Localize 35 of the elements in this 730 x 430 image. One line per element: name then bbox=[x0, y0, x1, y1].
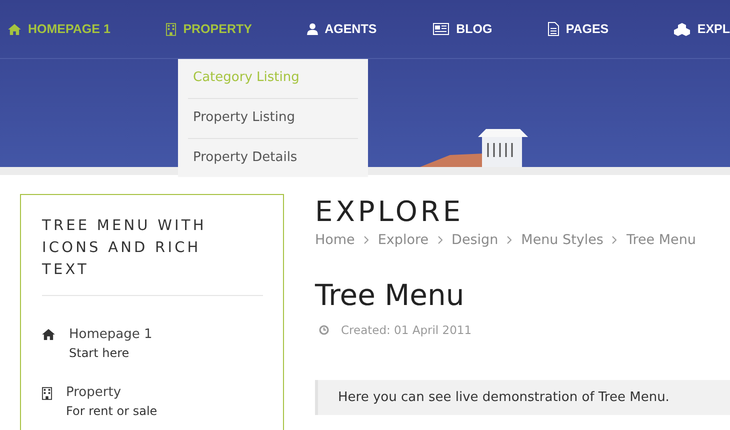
chevron-icon bbox=[507, 236, 512, 244]
nav-link[interactable]: HOMEPAGE 1 bbox=[8, 22, 166, 36]
tree-item-subtitle: Start here bbox=[69, 345, 130, 362]
chevron-icon bbox=[364, 236, 369, 244]
dropdown-item[interactable]: Property Details bbox=[188, 139, 358, 177]
chevron-icon bbox=[438, 236, 443, 244]
notice-text: Here you can see live demonstration of Tree Menu. bbox=[338, 390, 670, 405]
breadcrumb-link[interactable]: Menu Styles bbox=[521, 232, 604, 248]
building-icon bbox=[42, 387, 52, 400]
clock-icon bbox=[319, 325, 329, 335]
nav-link[interactable]: AGENTS bbox=[306, 22, 434, 36]
created-date: Created: 01 April 2011 bbox=[341, 323, 472, 337]
nav-link[interactable]: PROPERTY bbox=[166, 22, 307, 36]
chevron-icon bbox=[612, 236, 618, 244]
document-icon bbox=[548, 22, 559, 36]
newspaper-icon bbox=[433, 23, 450, 35]
breadcrumb-link[interactable]: Design bbox=[452, 232, 498, 248]
tree-item-subtitle: For rent or sale bbox=[66, 403, 158, 420]
article-title: Tree Menu bbox=[315, 278, 466, 312]
breadcrumb-link[interactable]: Explore bbox=[378, 232, 429, 248]
tree-item-link[interactable]: Homepage 1 bbox=[69, 326, 152, 344]
nav-link[interactable]: PAGES bbox=[548, 22, 674, 36]
building-icon bbox=[166, 22, 176, 36]
dropdown-item[interactable]: Property Listing bbox=[188, 99, 358, 139]
page-heading: EXPLORE bbox=[315, 194, 465, 230]
breadcrumb-link[interactable]: Home bbox=[315, 232, 355, 248]
home-icon bbox=[42, 329, 55, 340]
sidebar-title: TREE MENU WITH ICONS AND RICH TEXT bbox=[42, 217, 208, 280]
tree-item-link[interactable]: Property bbox=[66, 384, 158, 402]
nav-link[interactable]: BLOG bbox=[433, 22, 548, 36]
home-icon bbox=[8, 24, 21, 34]
nav-link[interactable]: EXPL bbox=[674, 22, 730, 36]
user-icon bbox=[306, 23, 318, 35]
breadcrumb-link[interactable]: Tree Menu bbox=[626, 232, 696, 248]
cubes-icon bbox=[674, 22, 690, 36]
